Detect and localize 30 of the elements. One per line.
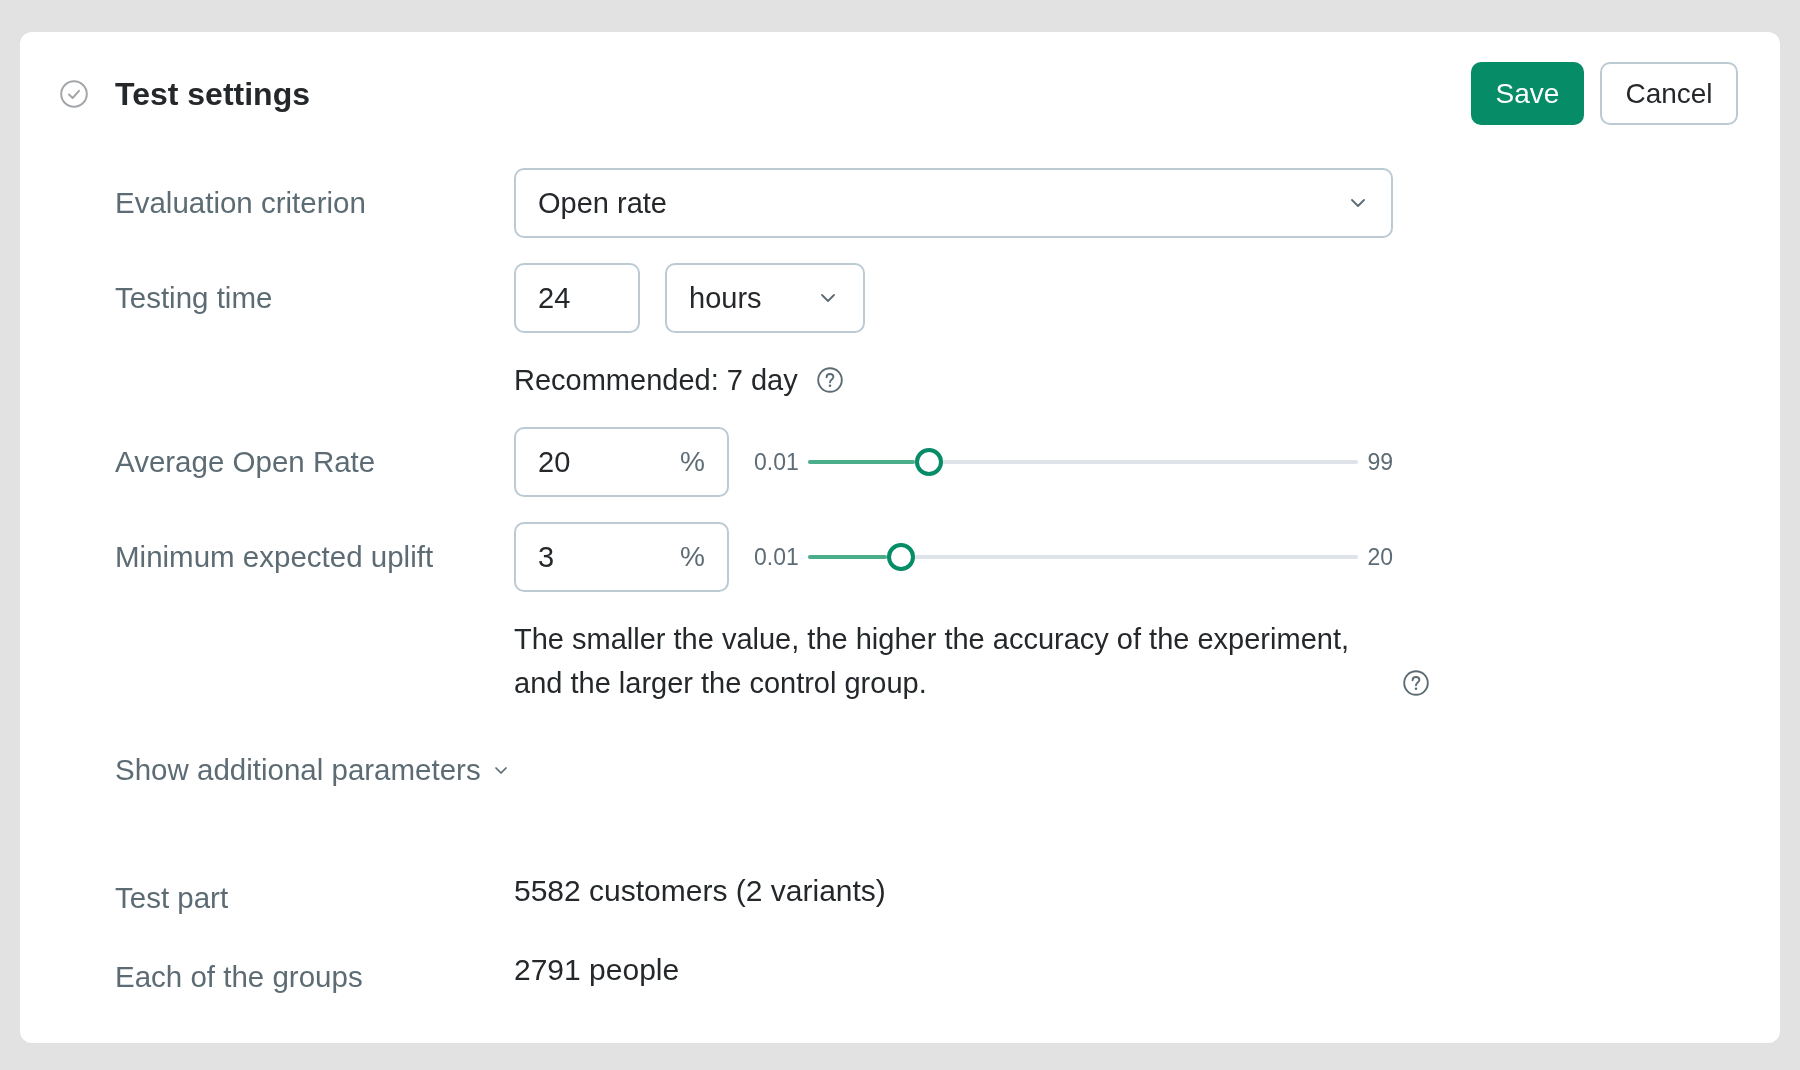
- summary-label: Test part: [115, 881, 230, 915]
- summary-label: Each of the groups: [115, 960, 364, 994]
- slider-min-label: 0.01: [754, 448, 799, 476]
- chevron-down-icon: [821, 294, 835, 302]
- slider-min-label: 0.01: [754, 543, 799, 571]
- slider-thumb[interactable]: [887, 543, 916, 571]
- field-label: Evaluation criterion: [115, 186, 367, 220]
- save-button[interactable]: Save: [1471, 62, 1584, 125]
- show-parameters-toggle[interactable]: Show additional parameters: [115, 753, 507, 787]
- card-title: Test settings: [115, 74, 310, 114]
- number-field[interactable]: 24: [514, 263, 640, 333]
- help-icon[interactable]: [816, 367, 843, 393]
- criterion-dropdown[interactable]: Open rate: [514, 168, 1393, 238]
- hint-text: The smaller the value, the higher the accuracy of the experiment, and the larger the control group.: [514, 622, 1350, 701]
- summary-value: 5582 customers (2 variants): [514, 874, 886, 908]
- hint-text: Recommended: 7 day: [514, 363, 798, 398]
- slider-max-label: 20: [1367, 543, 1393, 571]
- field-label: Minimum expected uplift: [115, 540, 435, 574]
- cancel-button[interactable]: Cancel: [1600, 62, 1738, 125]
- check-circle-icon: [60, 79, 88, 108]
- help-icon[interactable]: [1403, 670, 1429, 696]
- summary-value: 2791 people: [514, 953, 680, 987]
- slider-max-label: 99: [1367, 448, 1393, 476]
- percent-field[interactable]: 20 %: [514, 427, 729, 497]
- chevron-down-icon: [1351, 199, 1365, 207]
- percent-field[interactable]: 3 %: [514, 522, 729, 592]
- field-label: Testing time: [115, 281, 274, 315]
- slider-thumb[interactable]: [914, 448, 943, 476]
- field-label: Average Open Rate: [115, 445, 377, 479]
- unit-dropdown[interactable]: hours: [665, 263, 865, 333]
